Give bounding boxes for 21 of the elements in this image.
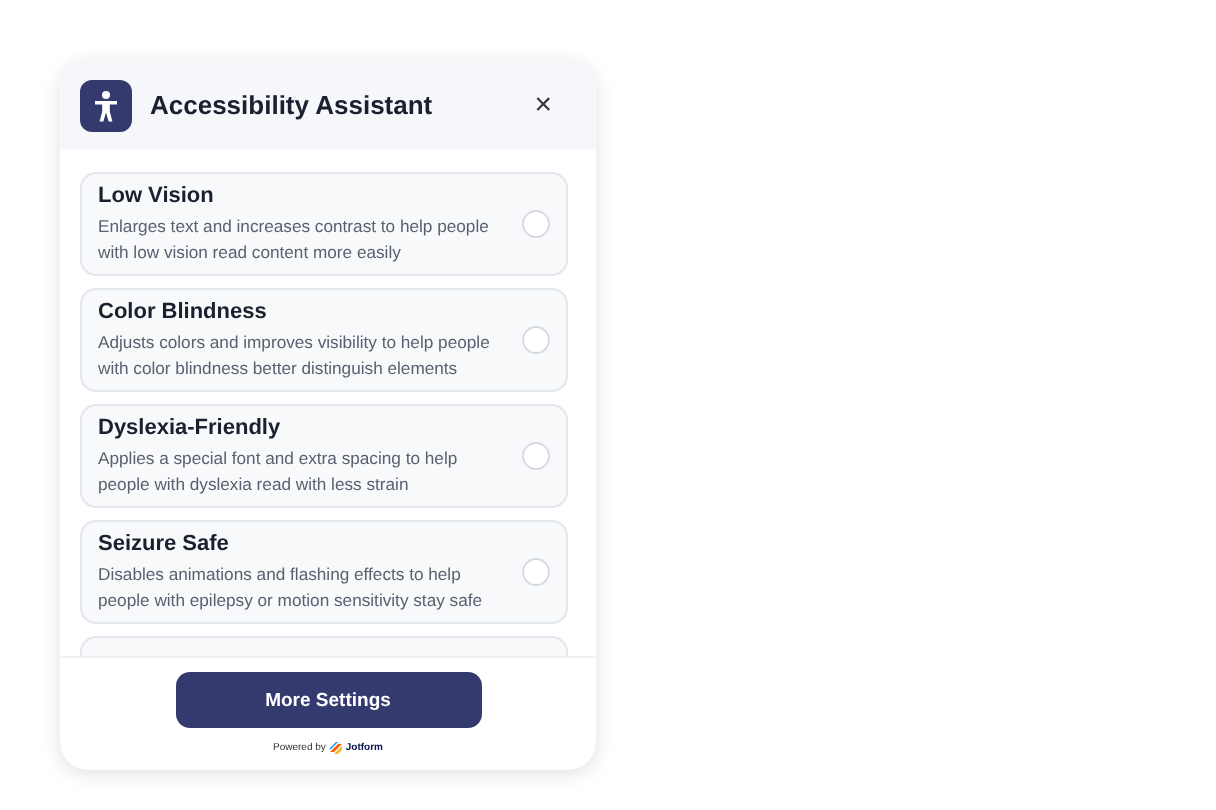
more-settings-button[interactable]: More Settings <box>175 672 481 728</box>
option-description: Enlarges text and increases contrast to help people with low vision read content more easily <box>98 213 491 265</box>
option-card[interactable]: Color Blindness Adjusts colors and improves visibility to help people with color blindness better distinguish elements <box>80 288 568 392</box>
option-description: Disables animations and flashing effects to help people with epilepsy or motion sensitivity stay safe <box>98 561 485 613</box>
option-title: Dyslexia-Friendly <box>98 415 283 439</box>
radio-button[interactable] <box>522 326 550 354</box>
option-title: Low Vision <box>98 183 216 207</box>
radio-button[interactable] <box>522 442 550 470</box>
brand-logo-icon <box>329 742 342 754</box>
option-description: Adjusts colors and improves visibility to help people with color blindness better distinguish elements <box>98 329 492 381</box>
option-title: Seizure Safe <box>98 531 231 555</box>
option-card[interactable]: Dyslexia-Friendly Applies a special font and extra spacing to help people with dyslexia read with less strain <box>80 404 568 508</box>
option-title: Color Blindness <box>98 299 269 323</box>
option-card[interactable]: Seizure Safe Disables animations and flashing effects to help people with epilepsy or motion sensitivity stay safe <box>80 520 568 624</box>
close-button[interactable]: × <box>534 88 576 122</box>
panel-title: Accessibility Assistant <box>150 90 435 120</box>
option-card[interactable]: Low Vision Enlarges text and increases contrast to help people with low vision read content more easily <box>80 172 568 276</box>
option-description: Applies a special font and extra spacing to help people with dyslexia read with less strain <box>98 445 460 497</box>
radio-button[interactable] <box>522 210 550 238</box>
radio-button[interactable] <box>522 558 550 586</box>
accessibility-icon <box>80 79 132 131</box>
